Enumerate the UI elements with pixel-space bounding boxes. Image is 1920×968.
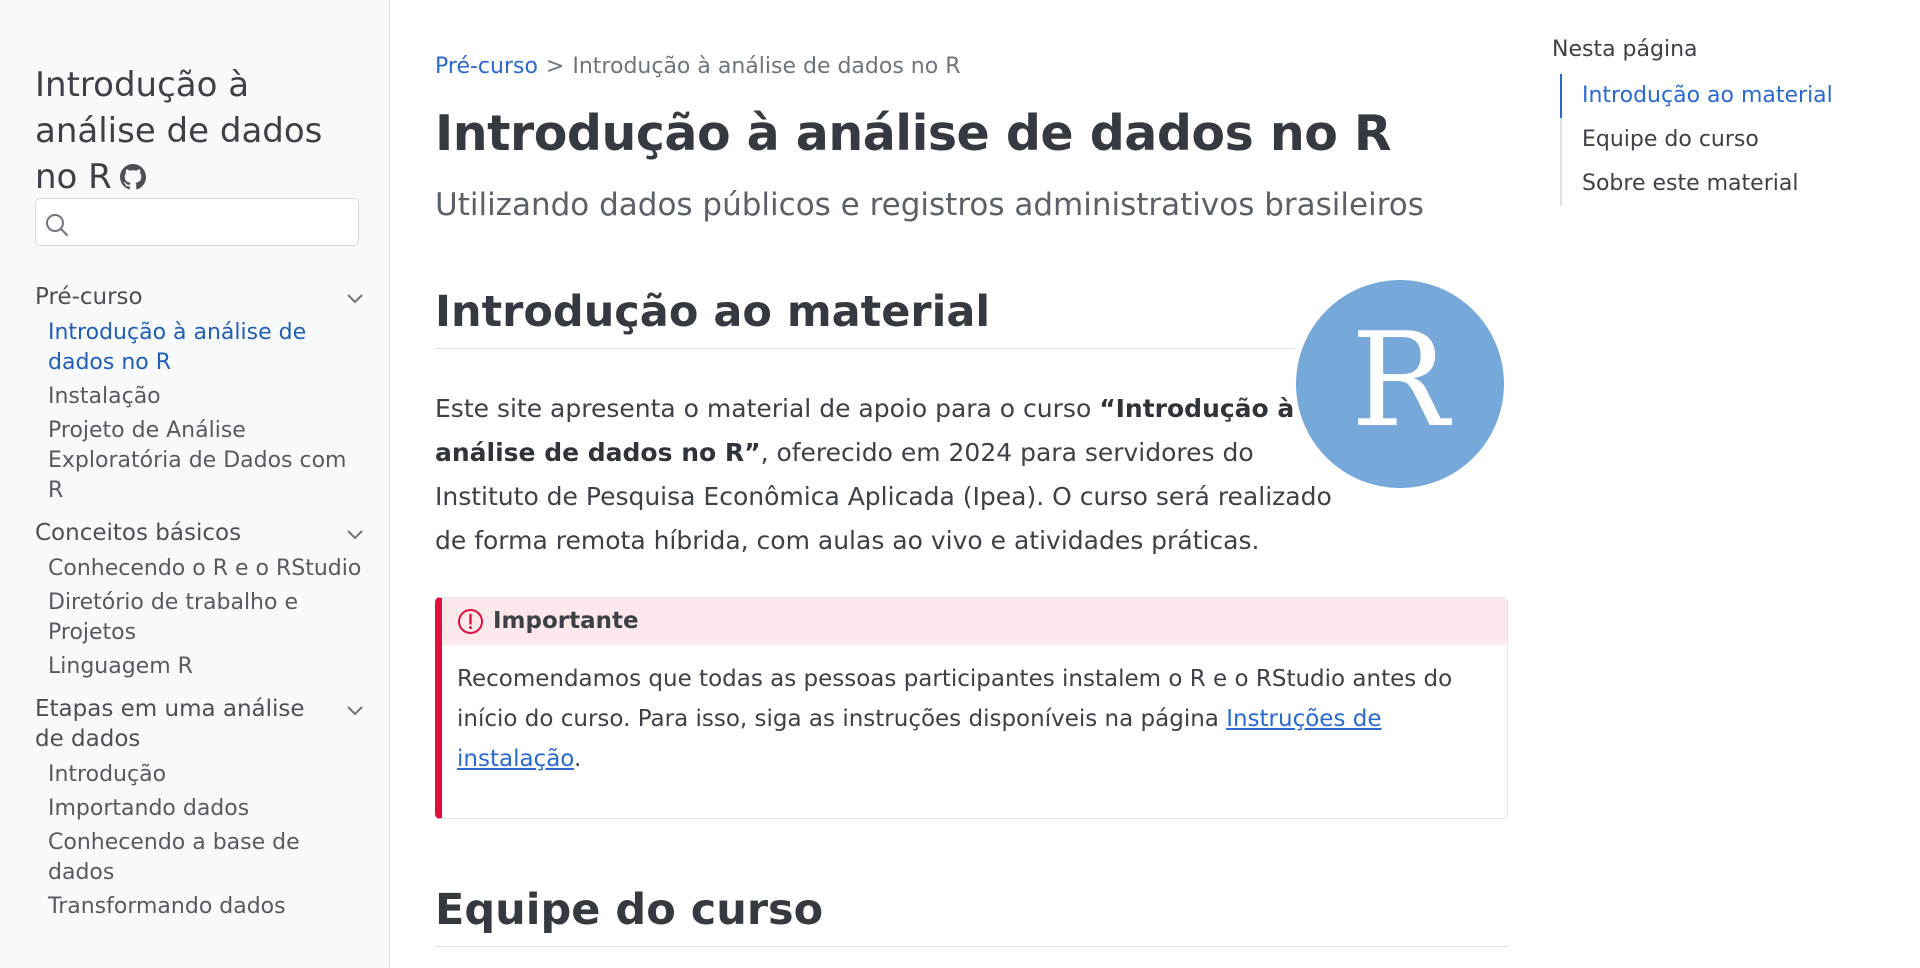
breadcrumb-separator: > bbox=[545, 54, 565, 79]
sidebar-section-conceitos-basicos[interactable]: Conceitos básicos bbox=[35, 518, 365, 548]
sidebar-item-projeto-analise[interactable]: Projeto de Análise Exploratória de Dados… bbox=[35, 416, 365, 506]
search-icon bbox=[46, 214, 68, 236]
sidebar-item-transformando-dados[interactable]: Transformando dados bbox=[35, 892, 365, 922]
callout-text-end: . bbox=[573, 746, 582, 772]
github-icon[interactable] bbox=[119, 164, 146, 190]
section-heading-introducao: Introdução ao material bbox=[435, 282, 1295, 349]
sidebar-item-conhecendo-base[interactable]: Conhecendo a base de dados bbox=[35, 828, 365, 888]
callout-header: Importante bbox=[442, 598, 1507, 645]
chevron-down-icon[interactable] bbox=[345, 524, 365, 544]
sidebar-section-label[interactable]: Etapas em uma análise de dados bbox=[35, 696, 305, 752]
breadcrumb: Pré-curso > Introdução à análise de dados … bbox=[435, 52, 960, 82]
sidebar-section-label[interactable]: Pré-curso bbox=[35, 284, 143, 310]
breadcrumb-current: Introdução à análise de dados no R bbox=[572, 54, 961, 79]
callout-paragraph-2: Caso tenha alguma dificuldade, entre em … bbox=[457, 809, 1487, 818]
search-box[interactable] bbox=[35, 198, 359, 246]
chevron-down-icon[interactable] bbox=[345, 700, 365, 720]
toc-item-sobre[interactable]: Sobre este material bbox=[1560, 162, 1882, 206]
sidebar-section-pre-curso[interactable]: Pré-curso bbox=[35, 282, 365, 312]
chevron-down-icon[interactable] bbox=[345, 288, 365, 308]
table-of-contents: Nesta página Introdução ao material Equi… bbox=[1552, 32, 1882, 206]
sidebar-item-introducao-analise[interactable]: Introdução à análise de dados no R bbox=[35, 318, 365, 378]
site-title-text[interactable]: Introdução à análise de dados no R bbox=[35, 65, 322, 197]
callout-body: Recomendamos que todas as pessoas partic… bbox=[442, 645, 1507, 818]
sidebar-section-etapas[interactable]: Etapas em uma análise de dados bbox=[35, 694, 365, 754]
sidebar-section-label[interactable]: Conceitos básicos bbox=[35, 520, 241, 546]
sidebar: Introdução à análise de dados no R Pré-c… bbox=[0, 0, 390, 968]
toc-item-introducao[interactable]: Introdução ao material bbox=[1560, 74, 1882, 118]
site-title[interactable]: Introdução à análise de dados no R bbox=[35, 62, 375, 200]
sidebar-item-importando-dados[interactable]: Importando dados bbox=[35, 794, 365, 824]
toc-list: Introdução ao material Equipe do curso S… bbox=[1560, 74, 1882, 206]
sidebar-item-linguagem-r[interactable]: Linguagem R bbox=[35, 652, 365, 682]
callout-title: Importante bbox=[493, 608, 639, 634]
important-callout: Importante Recomendamos que todas as pes… bbox=[435, 597, 1508, 819]
callout-paragraph: Recomendamos que todas as pessoas partic… bbox=[457, 659, 1487, 779]
breadcrumb-link-pre-curso[interactable]: Pré-curso bbox=[435, 54, 538, 79]
sidebar-item-introducao[interactable]: Introdução bbox=[35, 760, 365, 790]
page-subtitle: Utilizando dados públicos e registros ad… bbox=[435, 187, 1424, 223]
sidebar-item-diretorio-trabalho[interactable]: Diretório de trabalho e Projetos bbox=[35, 588, 365, 648]
intro-text-start: Este site apresenta o material de apoio … bbox=[435, 394, 1100, 423]
exclamation-circle-icon bbox=[458, 609, 483, 634]
sidebar-nav: Pré-curso Introdução à análise de dados … bbox=[35, 282, 365, 922]
page-title: Introdução à análise de dados no R bbox=[435, 105, 1392, 162]
sidebar-item-instalacao[interactable]: Instalação bbox=[35, 382, 365, 412]
sidebar-item-conhecendo-r[interactable]: Conhecendo o R e o RStudio bbox=[35, 554, 365, 584]
toc-title: Nesta página bbox=[1552, 37, 1698, 62]
toc-item-equipe[interactable]: Equipe do curso bbox=[1560, 118, 1882, 162]
section-heading-equipe: Equipe do curso bbox=[435, 880, 1508, 947]
intro-paragraph: Este site apresenta o material de apoio … bbox=[435, 387, 1355, 563]
